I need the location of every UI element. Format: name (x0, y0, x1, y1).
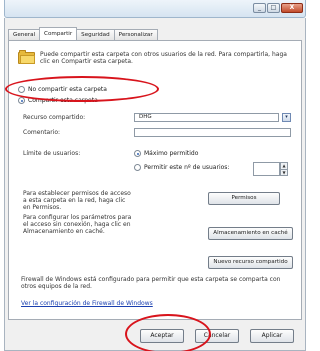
allow-n-row[interactable]: Permitir este nº de usuarios: (134, 164, 229, 171)
sharing-description: Puede compartir esta carpeta con otros u… (40, 51, 287, 65)
max-allowed-label: Máximo permitido (144, 150, 199, 157)
firewall-settings-link[interactable]: Ver la configuración de Firewall de Wind… (21, 300, 153, 307)
allow-n-label: Permitir este nº de usuarios: (144, 164, 230, 171)
comment-label: Comentario: (23, 129, 61, 136)
firewall-text: Firewall de Windows está configurado par… (21, 276, 281, 290)
user-limit-label: Límite de usuarios: (23, 150, 81, 157)
properties-dialog: General Compartir Seguridad Personalizar… (4, 18, 306, 351)
tab-personalizar[interactable]: Personalizar (113, 29, 158, 40)
minimize-button[interactable]: _ (253, 3, 266, 13)
apply-button[interactable]: Aplicar (250, 329, 294, 343)
tab-general[interactable]: General (8, 29, 41, 40)
spin-up-icon[interactable]: ▲ (280, 162, 288, 169)
share-name-label: Recurso compartido: (23, 114, 86, 121)
caching-button[interactable]: Almacenamiento en caché (208, 227, 293, 240)
new-share-button[interactable]: Nuevo recurso compartido (208, 256, 293, 269)
max-allowed-row[interactable]: Máximo permitido (134, 150, 198, 157)
tab-seguridad[interactable]: Seguridad (76, 29, 115, 40)
allow-n-radio[interactable] (134, 164, 141, 171)
radio-share-row[interactable]: Compartir esta carpeta (18, 97, 98, 104)
chevron-down-icon[interactable]: ▾ (282, 113, 291, 122)
permissions-button[interactable]: Permisos (208, 192, 280, 205)
permissions-text: Para establecer permisos de acceso a est… (23, 190, 131, 211)
cancel-button[interactable]: Cancelar (195, 329, 239, 343)
tab-strip: General Compartir Seguridad Personalizar (8, 27, 158, 40)
ok-button[interactable]: Aceptar (140, 329, 184, 343)
title-bar: _ □ X (4, 0, 306, 18)
comment-field[interactable] (134, 128, 291, 137)
sharing-panel: Puede compartir esta carpeta con otros u… (8, 40, 302, 320)
no-share-label: No compartir esta carpeta (28, 86, 107, 93)
no-share-radio[interactable] (18, 86, 25, 93)
share-radio[interactable] (18, 97, 25, 104)
folder-icon (18, 50, 36, 64)
max-allowed-radio[interactable] (134, 150, 141, 157)
close-button[interactable]: X (281, 3, 303, 13)
maximize-button[interactable]: □ (267, 3, 280, 13)
user-count-field[interactable] (253, 162, 280, 176)
share-label: Compartir esta carpeta (28, 97, 98, 104)
share-name-field[interactable]: DHG (134, 113, 279, 122)
tab-compartir[interactable]: Compartir (39, 27, 78, 40)
spin-down-icon[interactable]: ▼ (280, 169, 288, 176)
radio-no-share-row[interactable]: No compartir esta carpeta (18, 86, 107, 93)
caching-text: Para configurar los parámetros para el a… (23, 214, 132, 235)
